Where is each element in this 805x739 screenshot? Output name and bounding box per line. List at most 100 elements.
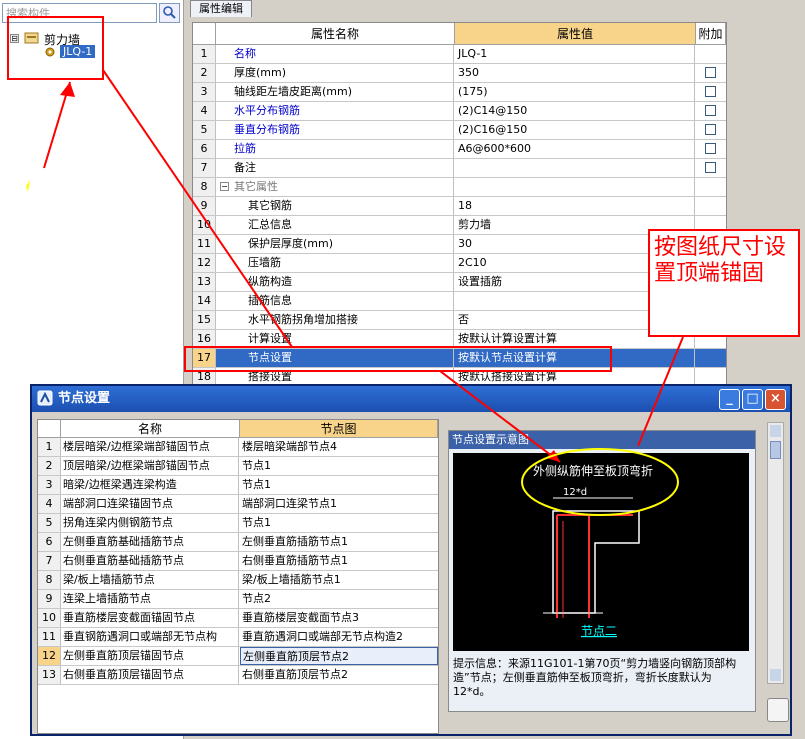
node-value[interactable]: 右侧垂直筋顶层节点2 (240, 666, 438, 684)
property-value[interactable]: A6@600*600 (455, 140, 695, 158)
add-cell (696, 140, 726, 158)
property-row[interactable]: 15 水平钢筋拐角增加搭接否 (193, 311, 726, 330)
add-checkbox[interactable] (705, 86, 716, 97)
node-preview-panel: 节点设置示意图 外侧纵筋伸至板顶弯折 12*d 节点二 提示信息：来源11G10… (448, 430, 756, 712)
node-row[interactable]: 12 左侧垂直筋顶层锚固节点 左侧垂直筋顶层节点2 (38, 647, 438, 666)
node-table: 名称 节点图 1 楼层暗梁/边框梁端部锚固节点 楼层暗梁端部节点4 2 顶层暗梁/边框梁… (37, 419, 439, 734)
property-row[interactable]: 11 保护层厚度(mm) 30 (193, 235, 726, 254)
add-cell (696, 178, 726, 196)
node-row[interactable]: 1 楼层暗梁/边框梁端部锚固节点 楼层暗梁端部节点4 (38, 438, 438, 457)
search-icon (163, 6, 176, 19)
node-name: 暗梁/边框梁遇连梁构造 (61, 476, 239, 494)
node-row[interactable]: 4 端部洞口连梁锚固节点 端部洞口连梁节点1 (38, 495, 438, 514)
node-row[interactable]: 13 右侧垂直筋顶层锚固节点 右侧垂直筋顶层节点2 (38, 666, 438, 685)
node-row[interactable]: 2 顶层暗梁/边框梁端部锚固节点 节点1 (38, 457, 438, 476)
node-value[interactable]: 右侧垂直筋插筋节点1 (240, 552, 438, 570)
property-row[interactable]: 12 压墙筋 2C10 (193, 254, 726, 273)
search-button[interactable] (159, 3, 180, 23)
property-value[interactable]: (2)C16@150 (455, 121, 695, 139)
property-name: 插筋信息 (216, 292, 454, 310)
property-name: 纵筋构造 (216, 273, 454, 291)
tab-property-edit[interactable]: 属性编辑 (190, 0, 252, 17)
node-name: 端部洞口连梁锚固节点 (61, 495, 239, 513)
property-grid: 属性名称 属性值 附加 1 名称 JLQ-1 2 厚度(mm) 350 3 轴线距左墙皮距离(… (192, 22, 727, 394)
node-value[interactable]: 左侧垂直筋插筋节点1 (240, 533, 438, 551)
property-name: 水平钢筋拐角增加搭接 (216, 311, 454, 329)
maximize-button[interactable]: □ (742, 389, 763, 410)
node-value[interactable]: 楼层暗梁端部节点4 (240, 438, 438, 456)
row-number: 1 (38, 438, 61, 456)
property-row[interactable]: 3 轴线距左墙皮距离(mm) (175) (193, 83, 726, 102)
minimize-button[interactable]: _ (719, 389, 740, 410)
property-row[interactable]: 10 汇总信息 剪力墙 (193, 216, 726, 235)
dialog-ok-button[interactable] (767, 698, 789, 722)
col-header-name: 名称 (61, 420, 240, 438)
node-value[interactable]: 端部洞口连梁节点1 (240, 495, 438, 513)
property-value[interactable]: (175) (455, 83, 695, 101)
property-value[interactable]: 350 (455, 64, 695, 82)
node-value[interactable]: 左侧垂直筋顶层节点2 (240, 647, 438, 665)
group-toggle[interactable]: − (220, 182, 229, 191)
scroll-thumb[interactable] (770, 441, 781, 459)
property-row[interactable]: 14 插筋信息 (193, 292, 726, 311)
node-value[interactable]: 垂直筋遇洞口或端部无节点构造2 (240, 628, 438, 646)
node-row[interactable]: 3 暗梁/边框梁遇连梁构造 节点1 (38, 476, 438, 495)
row-number: 7 (38, 552, 61, 570)
wall-folder-icon (24, 32, 39, 44)
property-row[interactable]: 6 拉筋 A6@600*600 (193, 140, 726, 159)
node-row[interactable]: 7 右侧垂直筋基础插筋节点 右侧垂直筋插筋节点1 (38, 552, 438, 571)
node-name: 垂直筋楼层变截面锚固节点 (61, 609, 239, 627)
vertical-scrollbar[interactable] (767, 422, 784, 684)
property-name: 名称 (216, 45, 454, 63)
property-value[interactable]: 按默认节点设置计算 (455, 349, 695, 367)
property-row[interactable]: 17 节点设置 按默认节点设置计算 (193, 349, 726, 368)
scroll-down-icon[interactable] (770, 669, 781, 681)
property-name: 节点设置 (216, 349, 454, 367)
dialog-titlebar[interactable]: 节点设置 _ □ × (32, 386, 790, 412)
node-row[interactable]: 10 垂直筋楼层变截面锚固节点 垂直筋楼层变截面节点3 (38, 609, 438, 628)
node-value[interactable]: 梁/板上墙插筋节点1 (240, 571, 438, 589)
node-row[interactable]: 11 垂直钢筋遇洞口或端部无节点构 垂直筋遇洞口或端部无节点构造2 (38, 628, 438, 647)
property-value[interactable]: JLQ-1 (455, 45, 695, 63)
property-value[interactable]: 18 (455, 197, 695, 215)
node-value[interactable]: 节点1 (240, 514, 438, 532)
property-name: 保护层厚度(mm) (216, 235, 454, 253)
close-button[interactable]: × (765, 389, 786, 410)
property-row[interactable]: 1 名称 JLQ-1 (193, 45, 726, 64)
node-row[interactable]: 6 左侧垂直筋基础插筋节点 左侧垂直筋插筋节点1 (38, 533, 438, 552)
preview-title: 节点设置示意图 (449, 431, 755, 449)
add-checkbox[interactable] (705, 162, 716, 173)
property-row[interactable]: 5 垂直分布钢筋 (2)C16@150 (193, 121, 726, 140)
node-row[interactable]: 9 连梁上墙插筋节点 节点2 (38, 590, 438, 609)
property-row[interactable]: 2 厚度(mm) 350 (193, 64, 726, 83)
property-row[interactable]: 9 其它钢筋 18 (193, 197, 726, 216)
node-value[interactable]: 节点1 (240, 476, 438, 494)
row-number: 8 (193, 178, 216, 196)
node-row[interactable]: 5 拐角连梁内侧钢筋节点 节点1 (38, 514, 438, 533)
add-cell (696, 121, 726, 139)
add-checkbox[interactable] (705, 124, 716, 135)
node-name: 垂直钢筋遇洞口或端部无节点构 (61, 628, 239, 646)
tree-expander[interactable]: ⊟ (10, 34, 19, 43)
add-checkbox[interactable] (705, 143, 716, 154)
add-checkbox[interactable] (705, 67, 716, 78)
row-number: 10 (38, 609, 61, 627)
node-value[interactable]: 垂直筋楼层变截面节点3 (240, 609, 438, 627)
add-checkbox[interactable] (705, 105, 716, 116)
property-value[interactable] (455, 159, 695, 177)
property-row[interactable]: 4 水平分布钢筋 (2)C14@150 (193, 102, 726, 121)
node-value[interactable]: 节点1 (240, 457, 438, 475)
property-row[interactable]: 16 计算设置 按默认计算设置计算 (193, 330, 726, 349)
property-value[interactable]: (2)C14@150 (455, 102, 695, 120)
property-row[interactable]: 8 其它属性 − (193, 178, 726, 197)
node-name: 左侧垂直筋基础插筋节点 (61, 533, 239, 551)
scroll-up-icon[interactable] (770, 425, 781, 437)
search-input[interactable]: 搜索构件 (2, 3, 157, 23)
row-number: 4 (38, 495, 61, 513)
tree-node-jlq1[interactable]: JLQ-1 (60, 45, 96, 58)
property-row[interactable]: 7 备注 (193, 159, 726, 178)
node-value[interactable]: 节点2 (240, 590, 438, 608)
property-value[interactable] (455, 178, 695, 196)
property-row[interactable]: 13 纵筋构造 设置插筋 (193, 273, 726, 292)
node-row[interactable]: 8 梁/板上墙插筋节点 梁/板上墙插筋节点1 (38, 571, 438, 590)
